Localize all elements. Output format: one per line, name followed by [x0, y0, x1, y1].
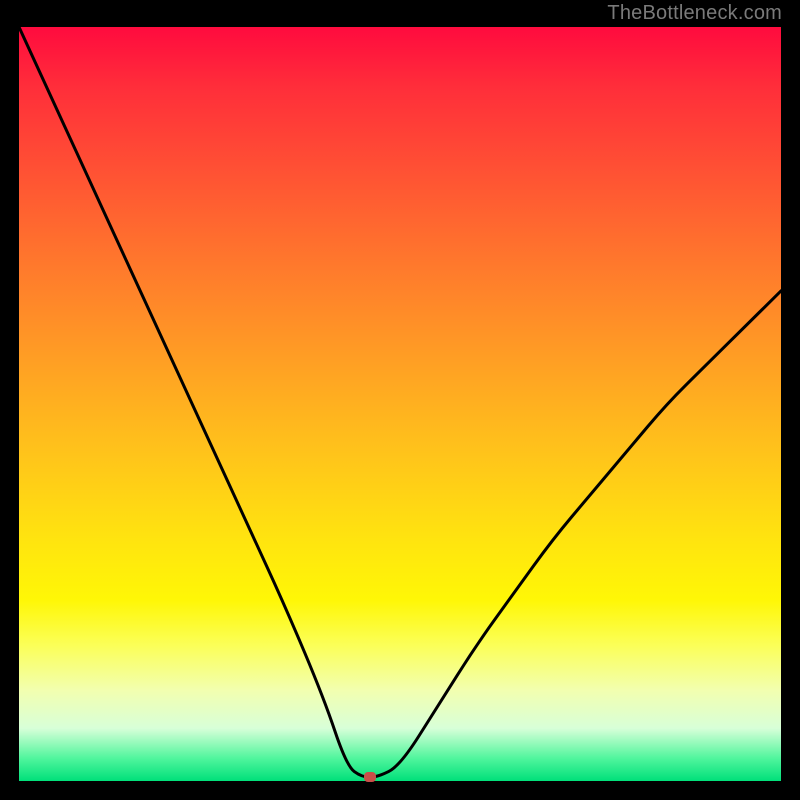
- chart-plot-area: [19, 27, 781, 781]
- chart-curve: [19, 27, 781, 781]
- chart-minimum-marker: [364, 772, 376, 782]
- attribution-text: TheBottleneck.com: [607, 2, 782, 25]
